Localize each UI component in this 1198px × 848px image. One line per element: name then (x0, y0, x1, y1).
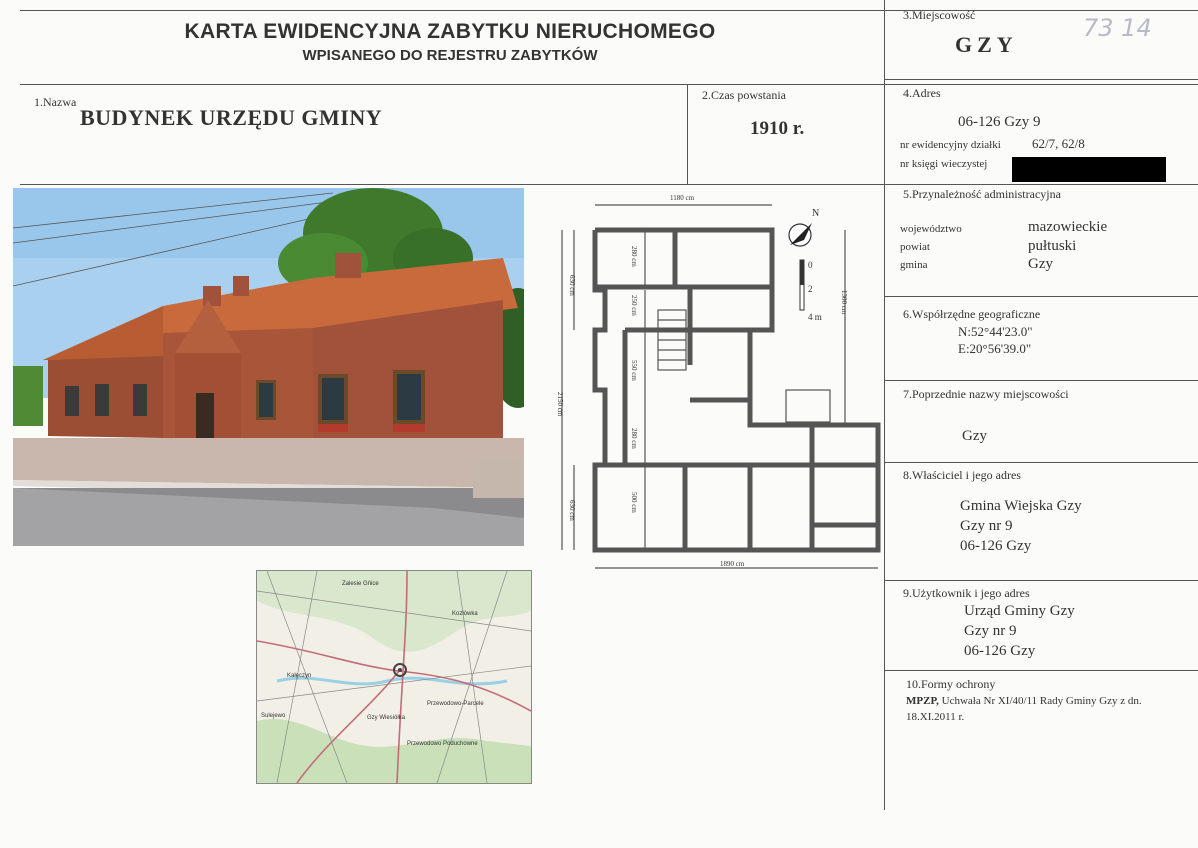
field-10-label: 10.Formy ochrony (906, 677, 996, 691)
field-1-label: 1.Nazwa (34, 95, 77, 109)
admin-value-commune: Gzy (1028, 256, 1053, 272)
map-label-przewodowo-poduchowne: Przewodowo Poduchowne (407, 741, 478, 747)
plan-dim-250: 250 cm (630, 295, 638, 316)
parcel-label: nr ewidencyjny działki (900, 139, 1001, 151)
plan-scale-4: 4 m (808, 312, 822, 322)
floor-plan-drawing: 1180 cm 1890 cm 2150 cm 630 cm 630 cm 13… (556, 194, 881, 569)
plan-scale-2: 2 (808, 284, 813, 294)
h-line-row1-bottom (20, 184, 1198, 185)
protection-text-2: 18.XI.2011 r. (906, 711, 965, 723)
plan-dim-left-top: 630 cm (568, 275, 576, 296)
field-2-value: 1910 r. (750, 118, 805, 139)
plan-dim-280b: 280 cm (630, 428, 638, 449)
user-line-3: 06-126 Gzy (964, 643, 1036, 659)
plan-dim-550: 550 cm (630, 360, 638, 381)
owner-line-2: Gzy nr 9 (960, 518, 1013, 534)
field-7-label: 7.Poprzednie nazwy miejscowości (903, 387, 1069, 401)
field-5-label: 5.Przynależność administracyjna (903, 187, 1061, 201)
owner-line-3: 06-126 Gzy (960, 538, 1032, 554)
field-9-label: 9.Użytkownik i jego adres (903, 586, 1030, 600)
owner-line-1: Gmina Wiejska Gzy (960, 498, 1082, 514)
field-7-value: Gzy (962, 428, 987, 444)
field-6-label: 6.Współrzędne geograficzne (903, 307, 1041, 321)
admin-key-county: powiat (900, 241, 930, 253)
protection-bold: MPZP, (906, 695, 939, 707)
map-label-kaleczyn: Kałęczyn (287, 673, 311, 679)
h-line-5 (884, 296, 1198, 297)
register-label: nr księgi wieczystej (900, 158, 988, 170)
address-value: 06-126 Gzy 9 (958, 114, 1041, 130)
user-line-2: Gzy nr 9 (964, 623, 1017, 639)
field-3-label: 3.Miejscowość (903, 8, 976, 22)
parcel-value: 62/7, 62/8 (1032, 136, 1085, 151)
card-subtitle: WPISANEGO DO REJESTRU ZABYTKÓW (302, 47, 598, 64)
coord-n: N:52°44'23.0" (958, 324, 1033, 339)
plan-dim-top: 1180 cm (670, 194, 695, 202)
card-title: KARTA EWIDENCYJNA ZABYTKU NIERUCHOMEGO (184, 20, 716, 43)
location-map: Zalesie Gńice Kozłówka Kałęczyn Sulejewo… (256, 570, 532, 784)
map-label-sulejewo: Sulejewo (261, 713, 286, 719)
field-1-value: BUDYNEK URZĘDU GMINY (80, 105, 383, 130)
coord-e: E:20°56'39.0" (958, 341, 1032, 356)
map-label-przewodowo-parcele: Przewodowo-Parcele (427, 701, 484, 707)
protection-text: MPZP, Uchwała Nr XI/40/11 Rady Gminy Gzy… (906, 695, 1196, 707)
h-line-header-bottom (20, 84, 1198, 85)
h-line-9 (884, 670, 1198, 671)
h-line-8 (884, 580, 1198, 581)
top-border (20, 10, 1198, 11)
user-line-1: Urząd Gminy Gzy (964, 603, 1075, 619)
h-line-7 (884, 462, 1198, 463)
field-2-label: 2.Czas powstania (702, 88, 786, 102)
location-map-drawing: Zalesie Gńice Kozłówka Kałęczyn Sulejewo… (257, 571, 531, 783)
field-3-value: GZY (955, 32, 1018, 57)
map-label-zalesie: Zalesie Gńice (342, 581, 379, 587)
register-redaction (1012, 157, 1166, 182)
plan-dim-left-total: 2150 cm (556, 392, 564, 417)
admin-value-county: pułtuski (1028, 238, 1077, 254)
floor-plan: 1180 cm 1890 cm 2150 cm 630 cm 630 cm 13… (550, 190, 890, 575)
building-photo-drawing (13, 188, 524, 546)
map-label-gzy-wiesiolka: Gzy Wiesiółka (367, 715, 406, 721)
field-4-label: 4.Adres (903, 86, 941, 100)
admin-key-voivodeship: województwo (900, 223, 962, 235)
plan-dim-500: 500 cm (630, 492, 638, 513)
handwritten-number: 73 14 (1083, 14, 1152, 42)
admin-key-commune: gmina (900, 259, 928, 271)
vertical-divider-date (687, 84, 688, 184)
plan-dim-left-bottom: 630 cm (568, 500, 576, 521)
plan-dim-right: 1300 cm (840, 290, 848, 315)
plan-north: N (812, 208, 819, 219)
h-line-6 (884, 380, 1198, 381)
admin-value-voivodeship: mazowieckie (1028, 219, 1108, 235)
protection-text-1: Uchwała Nr XI/40/11 Rady Gminy Gzy z dn. (938, 695, 1142, 707)
field-8-label: 8.Właściciel i jego adres (903, 468, 1021, 482)
map-label-kozlowka: Kozłówka (452, 611, 478, 617)
plan-scale-0: 0 (808, 260, 813, 270)
h-line-3 (884, 79, 1198, 80)
building-photo (13, 188, 524, 546)
plan-dim-bottom: 1890 cm (720, 560, 745, 568)
plan-dim-280a: 280 cm (630, 246, 638, 267)
